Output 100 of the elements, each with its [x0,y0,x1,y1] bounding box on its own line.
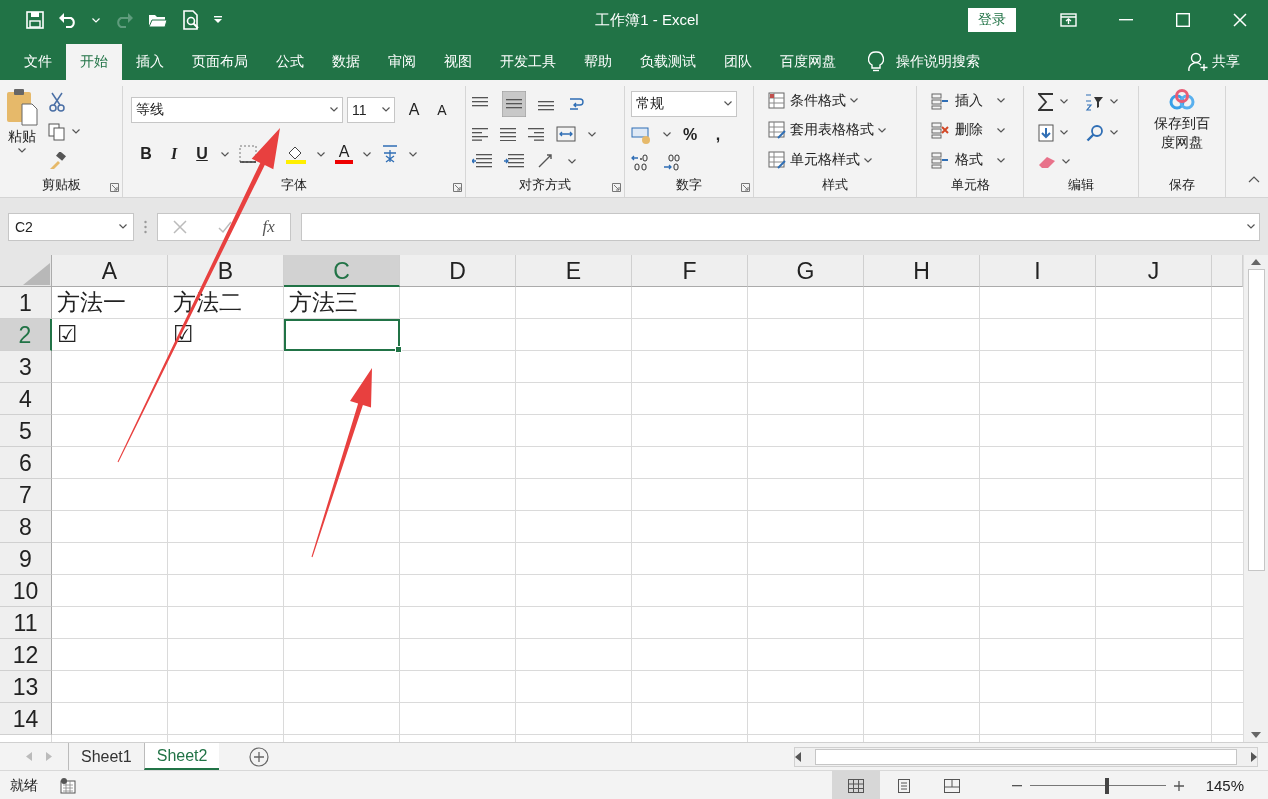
dropdown-caret-icon[interactable] [72,129,80,134]
search-icon[interactable] [1086,123,1104,142]
row-header[interactable]: 5 [0,415,52,447]
ribbon-tab[interactable]: 百度网盘 [766,44,850,80]
collapse-ribbon-icon[interactable] [1248,176,1260,183]
page-break-view-icon[interactable] [943,778,960,793]
column-header[interactable]: H [864,255,980,287]
fill-down-icon[interactable] [1038,123,1054,142]
formula-input[interactable] [301,212,1260,241]
copy-icon[interactable] [48,122,66,141]
sign-in-button[interactable]: 登录 [968,8,1016,32]
save-to-cloud-button[interactable]: 保存到百度网盘 [1148,114,1216,152]
eraser-icon[interactable] [1038,154,1056,169]
tell-me-search[interactable]: 操作说明搜索 [896,53,980,71]
column-header[interactable]: F [632,255,748,287]
column-header[interactable]: J [1096,255,1212,287]
decrease-decimal-icon[interactable] [663,152,681,171]
ribbon-tab[interactable]: 开始 [66,44,122,80]
dropdown-caret-icon[interactable] [330,107,338,113]
ribbon-tab[interactable]: 负载测试 [626,44,710,80]
share-button[interactable]: 共享 [1212,53,1240,71]
scroll-left-icon[interactable] [795,751,801,762]
macro-record-icon[interactable] [60,777,76,794]
font-size-field[interactable]: 11 [347,96,395,123]
row-header[interactable]: 12 [0,639,52,671]
autosum-icon[interactable] [1038,92,1054,111]
cells-menu-button[interactable]: 插入 [955,91,983,110]
dialog-launcher-icon[interactable] [612,183,621,192]
underline-button[interactable]: U [193,145,211,164]
dropdown-caret-icon[interactable] [1062,159,1070,164]
ribbon-tab[interactable]: 审阅 [374,44,430,80]
dropdown-caret-icon[interactable] [850,98,858,104]
dialog-launcher-icon[interactable] [453,183,462,192]
align-center-icon[interactable] [500,128,516,141]
slider-thumb[interactable] [1105,777,1110,794]
number-format-field[interactable]: 常规 [631,90,737,117]
row-header[interactable]: 2 [0,319,52,351]
dropdown-caret-icon[interactable] [864,157,872,163]
dropdown-caret-icon[interactable] [997,128,1005,133]
dialog-launcher-icon[interactable] [741,183,750,192]
row-header[interactable]: 8 [0,511,52,543]
bold-button[interactable]: B [137,145,155,164]
dropdown-caret-icon[interactable] [588,132,596,137]
dropdown-caret-icon[interactable] [1060,99,1068,104]
column-header[interactable]: E [516,255,632,287]
close-icon[interactable] [1232,13,1247,27]
scroll-up-icon[interactable] [1251,259,1261,265]
column-header[interactable]: A [52,255,168,287]
style-menu-button[interactable]: 套用表格格式 [790,121,874,140]
row-header[interactable]: 11 [0,607,52,639]
row-header[interactable]: 13 [0,671,52,703]
scissors-icon[interactable] [48,91,66,112]
enter-check-icon[interactable] [217,219,232,234]
ribbon-tab[interactable]: 插入 [122,44,178,80]
save-icon[interactable] [26,11,44,29]
normal-view-icon[interactable] [847,778,864,793]
sheet-tab[interactable]: Sheet1 [68,743,144,770]
column-header[interactable]: G [748,255,864,287]
sheet-tab[interactable]: Sheet2 [143,743,220,770]
ribbon-tab[interactable]: 开发工具 [486,44,570,80]
row-header[interactable]: 14 [0,703,52,735]
dropdown-caret-icon[interactable] [568,158,576,164]
dropdown-caret-icon[interactable] [1247,224,1255,229]
dropdown-caret-icon[interactable] [221,151,229,157]
ribbon-display-icon[interactable] [1060,13,1077,27]
align-right-icon[interactable] [528,128,544,141]
increase-indent-icon[interactable] [504,154,524,169]
align-left-icon[interactable] [472,128,488,141]
ribbon-tab[interactable]: 视图 [430,44,486,80]
add-sheet-icon[interactable] [249,746,270,767]
dropdown-caret-icon[interactable] [18,148,26,153]
italic-button[interactable]: I [165,145,183,164]
ribbon-tab[interactable]: 团队 [710,44,766,80]
row-header[interactable]: 4 [0,383,52,415]
zoom-level[interactable]: 145% [1205,777,1244,794]
undo-icon[interactable] [58,12,78,28]
row-header[interactable]: 1 [0,287,52,319]
row-header[interactable]: 3 [0,351,52,383]
row-header[interactable]: 9 [0,543,52,575]
format-painter-icon[interactable] [48,151,66,170]
dropdown-caret-icon[interactable] [363,151,371,157]
minimize-icon[interactable] [1118,19,1133,21]
style-menu-button[interactable]: 条件格式 [790,91,846,110]
dropdown-caret-icon[interactable] [878,128,886,133]
comma-style-button[interactable]: , [709,125,727,144]
horizontal-scrollbar[interactable] [794,746,1258,767]
decrease-font-size-button[interactable]: A [433,101,451,118]
ribbon-tab[interactable]: 数据 [318,44,374,80]
font-name-field[interactable]: 等线 [131,96,343,123]
decrease-indent-icon[interactable] [472,154,492,169]
increase-font-size-button[interactable]: A [405,100,423,119]
dropdown-caret-icon[interactable] [317,151,325,157]
row-header[interactable]: 7 [0,479,52,511]
active-cell[interactable] [284,319,400,351]
row-header[interactable]: 6 [0,447,52,479]
scroll-down-icon[interactable] [1251,732,1261,738]
dropdown-caret-icon[interactable] [382,107,390,113]
cells-menu-button[interactable]: 格式 [955,151,983,170]
print-preview-icon[interactable] [182,10,200,30]
cells-menu-button[interactable]: 删除 [955,121,983,140]
